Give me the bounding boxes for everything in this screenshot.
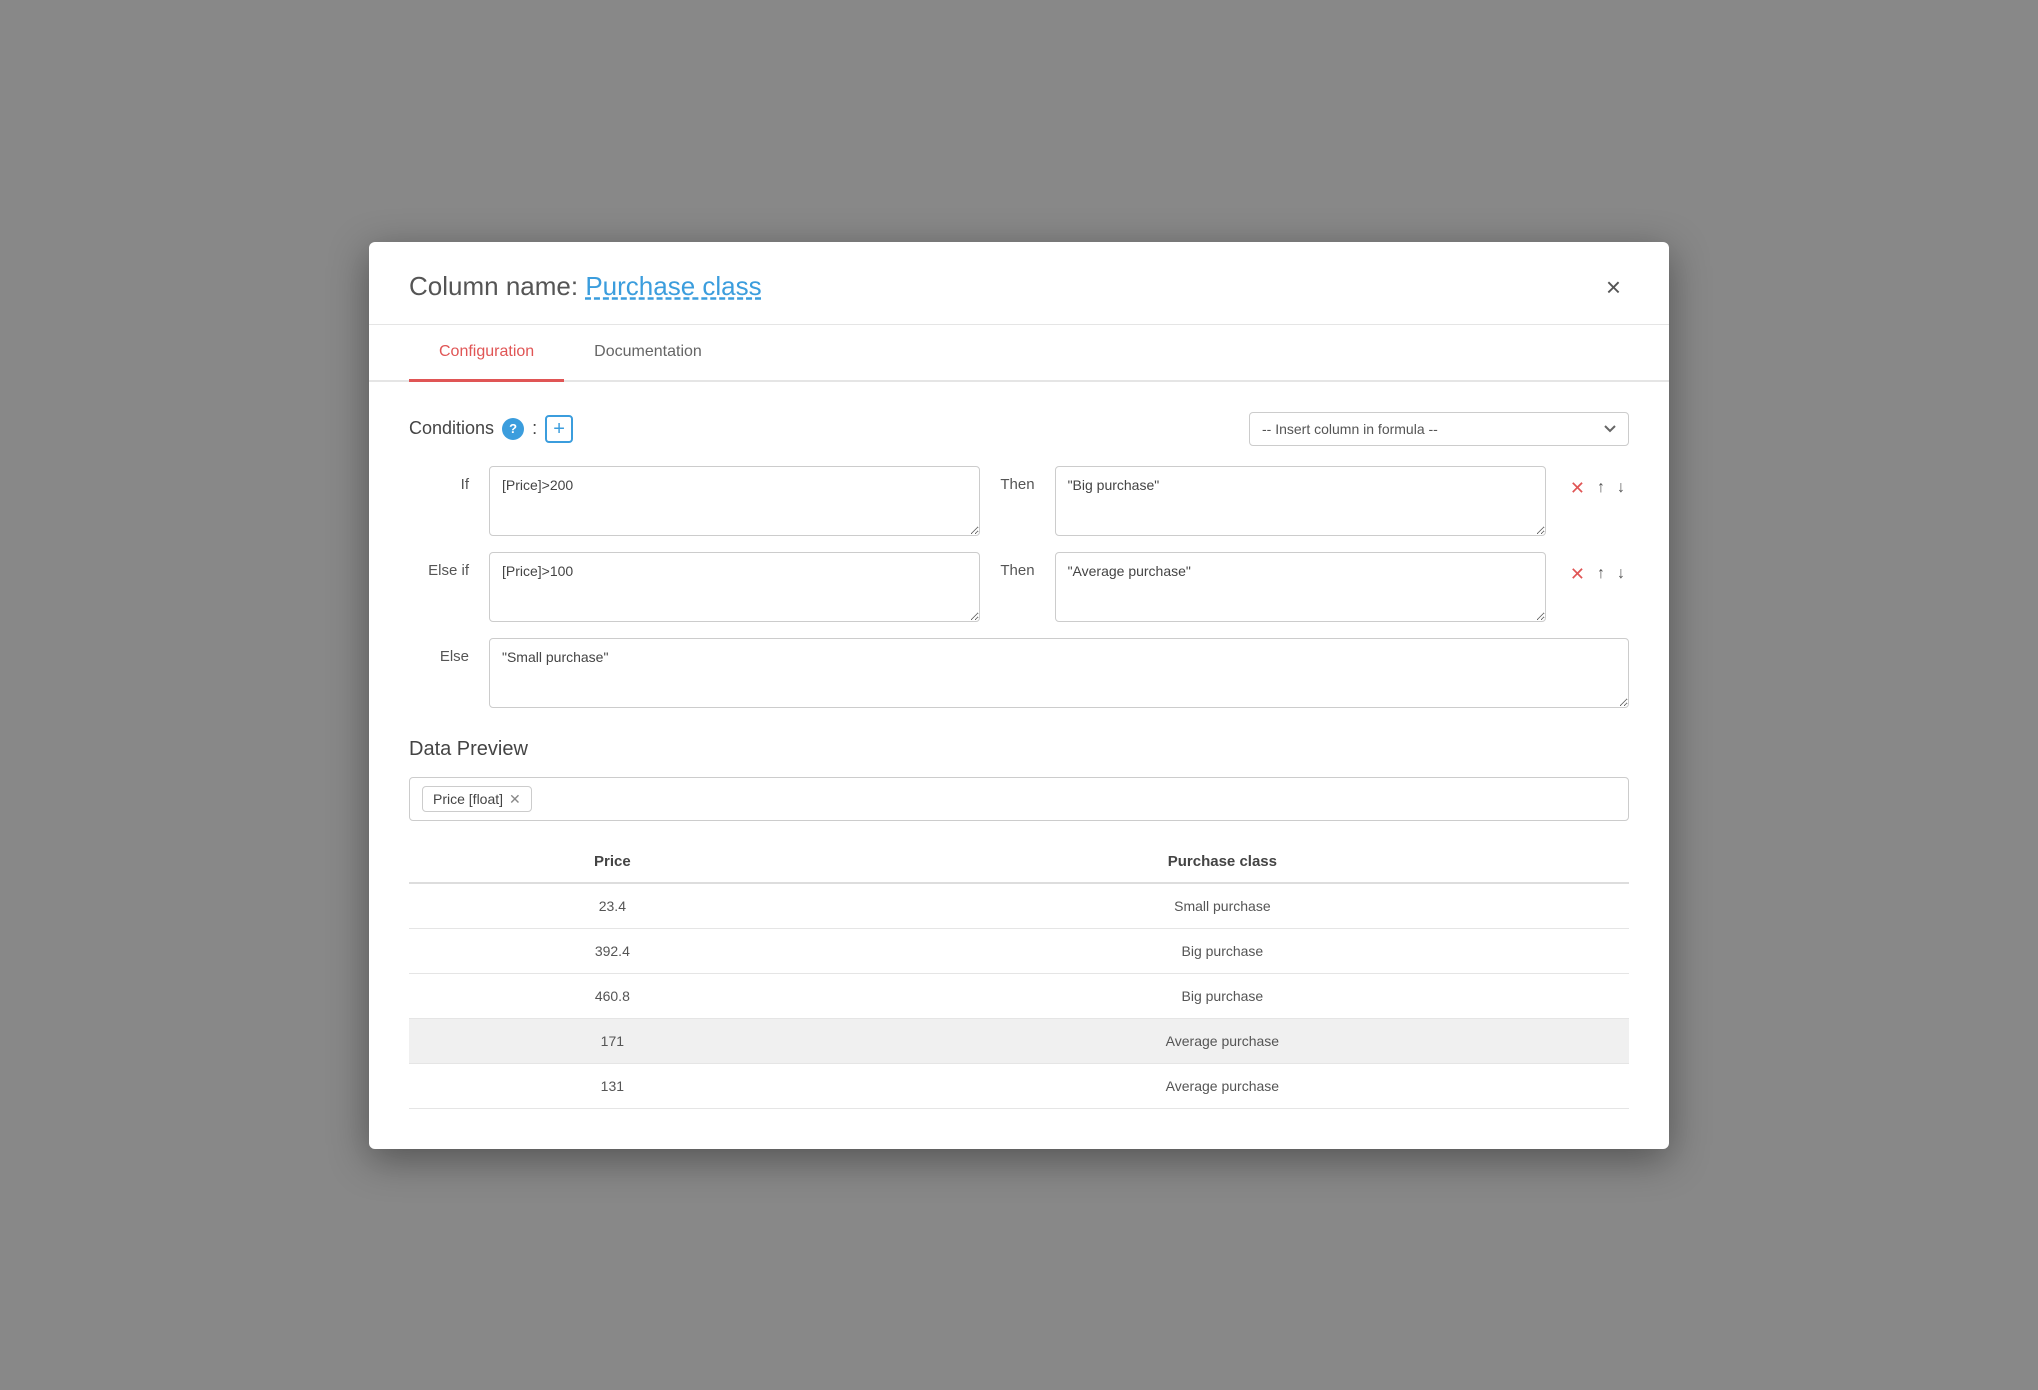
cell-price: 131 bbox=[409, 1063, 816, 1108]
delete-condition-0[interactable]: ✕ bbox=[1566, 476, 1589, 501]
table-row: 392.4Big purchase bbox=[409, 928, 1629, 973]
filter-tag-price: Price [float] ✕ bbox=[422, 786, 532, 812]
move-up-0[interactable]: ↑ bbox=[1593, 477, 1609, 499]
if-label: If bbox=[409, 466, 469, 493]
move-up-1[interactable]: ↑ bbox=[1593, 563, 1609, 585]
row-actions-1: ✕ ↑ ↓ bbox=[1566, 552, 1629, 587]
then-value-input-0[interactable]: "Big purchase" bbox=[1055, 466, 1546, 536]
row-actions-0: ✕ ↑ ↓ bbox=[1566, 466, 1629, 501]
tabs: Configuration Documentation bbox=[369, 325, 1669, 382]
cell-purchase-class: Big purchase bbox=[816, 973, 1629, 1018]
add-condition-button[interactable]: + bbox=[545, 415, 573, 443]
filter-tag-label: Price [float] bbox=[433, 791, 503, 807]
cell-price: 171 bbox=[409, 1018, 816, 1063]
then-value-input-1[interactable]: "Average purchase" bbox=[1055, 552, 1546, 622]
data-preview-table: Price Purchase class 23.4Small purchase3… bbox=[409, 841, 1629, 1109]
col-header-price: Price bbox=[409, 841, 816, 883]
table-row: 23.4Small purchase bbox=[409, 883, 1629, 929]
table-row: 460.8Big purchase bbox=[409, 973, 1629, 1018]
conditions-header: Conditions ? : + -- Insert column in for… bbox=[409, 412, 1629, 446]
elseif-condition-input[interactable]: [Price]>100 bbox=[489, 552, 980, 622]
tab-configuration[interactable]: Configuration bbox=[409, 325, 564, 382]
if-condition-input[interactable]: [Price]>200 bbox=[489, 466, 980, 536]
cell-purchase-class: Big purchase bbox=[816, 928, 1629, 973]
table-row: 171Average purchase bbox=[409, 1018, 1629, 1063]
data-preview-title: Data Preview bbox=[409, 738, 1629, 761]
table-header-row: Price Purchase class bbox=[409, 841, 1629, 883]
cell-price: 392.4 bbox=[409, 928, 816, 973]
modal-body: Conditions ? : + -- Insert column in for… bbox=[369, 382, 1669, 1149]
modal: Column name: Purchase class × Configurat… bbox=[369, 242, 1669, 1149]
cell-purchase-class: Average purchase bbox=[816, 1063, 1629, 1108]
conditions-left: Conditions ? : + bbox=[409, 415, 573, 443]
insert-column-wrapper: -- Insert column in formula -- bbox=[1249, 412, 1629, 446]
cell-purchase-class: Small purchase bbox=[816, 883, 1629, 929]
filter-bar: Price [float] ✕ bbox=[409, 777, 1629, 821]
then-label-1: Then bbox=[1000, 552, 1034, 579]
filter-tag-remove[interactable]: ✕ bbox=[509, 792, 521, 806]
title-link[interactable]: Purchase class bbox=[585, 271, 761, 301]
help-icon[interactable]: ? bbox=[502, 418, 524, 440]
else-value-input[interactable]: "Small purchase" bbox=[489, 638, 1629, 708]
delete-condition-1[interactable]: ✕ bbox=[1566, 562, 1589, 587]
elseif-label: Else if bbox=[409, 552, 469, 579]
cell-purchase-class: Average purchase bbox=[816, 1018, 1629, 1063]
modal-header: Column name: Purchase class × bbox=[369, 242, 1669, 325]
else-label: Else bbox=[409, 638, 469, 665]
cell-price: 23.4 bbox=[409, 883, 816, 929]
conditions-label: Conditions bbox=[409, 418, 494, 439]
condition-row-elseif: Else if [Price]>100 Then "Average purcha… bbox=[409, 552, 1629, 622]
col-header-purchase-class: Purchase class bbox=[816, 841, 1629, 883]
move-down-0[interactable]: ↓ bbox=[1613, 477, 1629, 499]
table-row: 131Average purchase bbox=[409, 1063, 1629, 1108]
cell-price: 460.8 bbox=[409, 973, 816, 1018]
move-down-1[interactable]: ↓ bbox=[1613, 563, 1629, 585]
then-label-0: Then bbox=[1000, 466, 1034, 493]
close-button[interactable]: × bbox=[1598, 270, 1629, 304]
title-prefix: Column name: bbox=[409, 271, 585, 301]
data-preview-section: Data Preview Price [float] ✕ Price Purch… bbox=[409, 738, 1629, 1109]
modal-title: Column name: Purchase class bbox=[409, 271, 762, 302]
colon-separator: : bbox=[532, 418, 537, 439]
condition-row-if: If [Price]>200 Then "Big purchase" ✕ ↑ ↓ bbox=[409, 466, 1629, 536]
else-row: Else "Small purchase" bbox=[409, 638, 1629, 708]
insert-column-select[interactable]: -- Insert column in formula -- bbox=[1249, 412, 1629, 446]
tab-documentation[interactable]: Documentation bbox=[564, 325, 732, 382]
